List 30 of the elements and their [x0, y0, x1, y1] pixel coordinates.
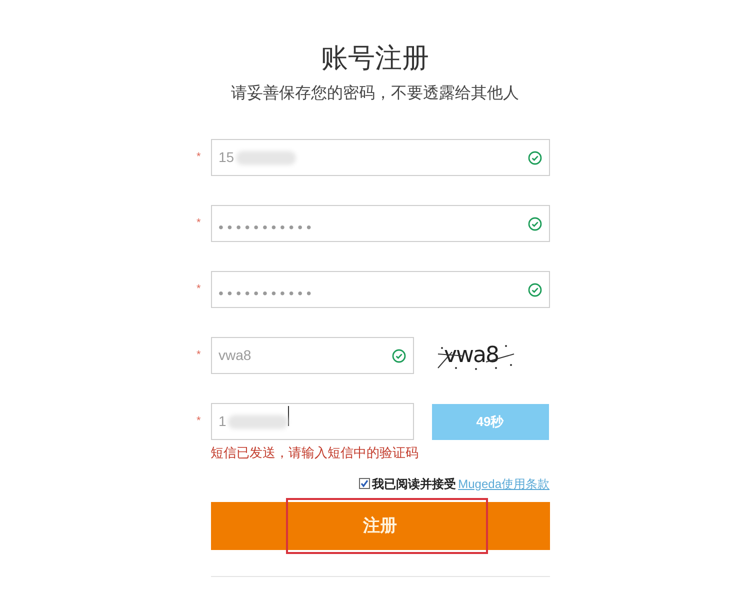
sms-sent-message: 短信已发送，请输入短信中的验证码 [210, 444, 420, 462]
input-field[interactable]: 1 [210, 403, 414, 440]
check-circle-icon [528, 282, 542, 296]
captcha-image[interactable]: vwa8 [436, 340, 518, 372]
page-title: 账号注册 [321, 42, 429, 75]
required-mark: * [196, 348, 202, 364]
field-value: • • • • • • • • • • • [218, 218, 312, 237]
required-mark: * [196, 216, 202, 232]
field-value: 15 [218, 148, 234, 167]
required-mark: * [196, 282, 202, 298]
text-cursor [288, 406, 290, 426]
terms-link[interactable]: Mugeda使用条款 [458, 474, 550, 492]
input-field[interactable]: • • • • • • • • • • • [210, 205, 550, 242]
required-mark: * [196, 150, 202, 166]
check-circle-icon [528, 150, 542, 164]
countdown-button[interactable]: 49秒 [432, 404, 548, 440]
agree-checkbox[interactable] [359, 478, 370, 489]
input-field[interactable]: 15 [210, 139, 550, 176]
check-circle-icon [392, 348, 406, 362]
check-circle-icon [528, 216, 542, 230]
input-field[interactable]: • • • • • • • • • • • [210, 271, 550, 308]
field-value: 1 [218, 412, 226, 431]
field-value: vwa8 [218, 346, 252, 365]
required-mark: * [196, 414, 202, 430]
field-value: • • • • • • • • • • • [218, 284, 312, 303]
agreement-text: 我已阅读并接受 [372, 476, 456, 492]
checkmark-icon [360, 479, 370, 488]
input-field[interactable]: vwa8 [210, 337, 414, 374]
register-button[interactable]: 注册 [210, 502, 550, 550]
subtitle: 请妥善保存您的密码，不要透露给其他人 [231, 83, 519, 104]
